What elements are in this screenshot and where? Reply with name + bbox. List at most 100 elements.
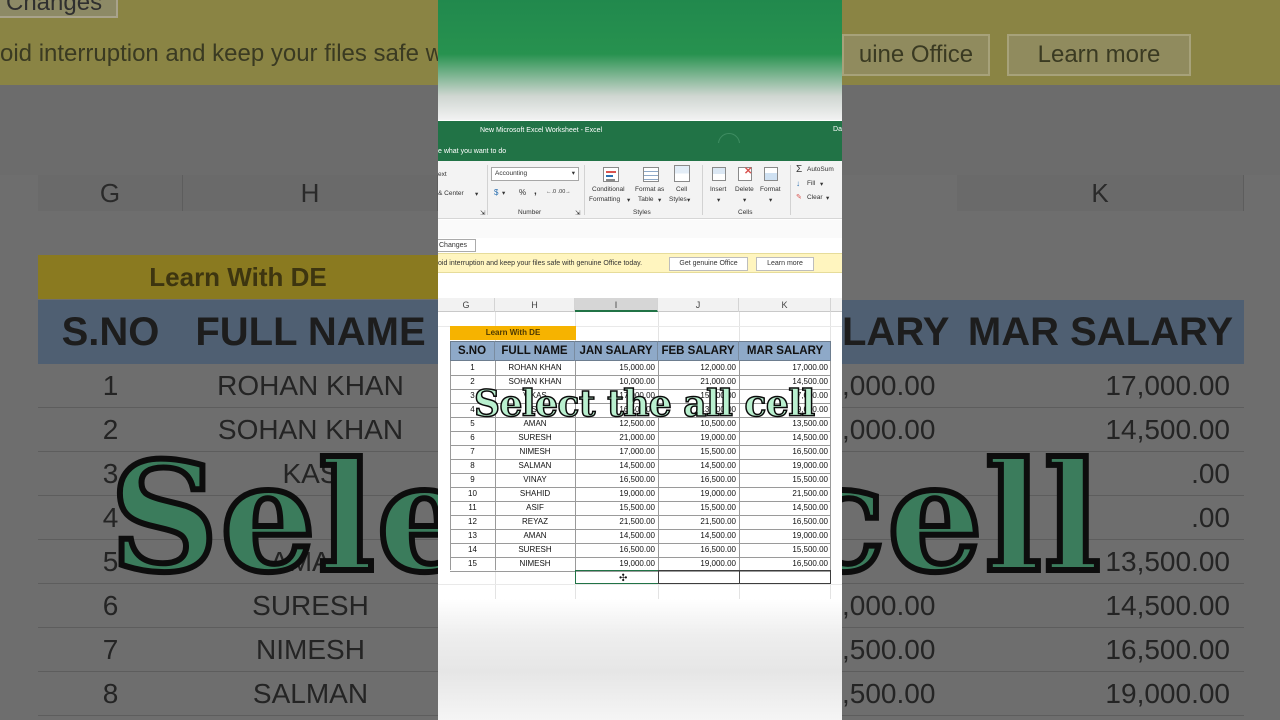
- header-feb-salary[interactable]: FEB SALARY: [658, 341, 739, 361]
- merge-center-button[interactable]: & Center: [438, 190, 464, 197]
- cell-name[interactable]: NIMESH: [495, 445, 575, 459]
- format-as-table-label1[interactable]: Format as: [635, 186, 664, 193]
- cell-mar[interactable]: 16,500.00: [739, 515, 831, 529]
- header-sno[interactable]: S.NO: [450, 341, 495, 361]
- cell-sno[interactable]: 1: [450, 361, 495, 375]
- col-header-i[interactable]: I: [575, 298, 658, 312]
- cell-jan[interactable]: 15,000.00: [575, 361, 658, 375]
- currency-icon[interactable]: $: [494, 188, 498, 197]
- cell-sno[interactable]: 10: [450, 487, 495, 501]
- chevron-down-icon[interactable]: ▾: [475, 190, 478, 198]
- delete-label[interactable]: Delete: [735, 186, 754, 193]
- cell-name[interactable]: SHAHID: [495, 487, 575, 501]
- cell-feb[interactable]: 19,000.00: [658, 487, 739, 501]
- cell-jan[interactable]: 19,000.00: [575, 557, 658, 571]
- cell-jan[interactable]: 14,500.00: [575, 459, 658, 473]
- col-header-g[interactable]: G: [438, 298, 495, 312]
- cell-feb[interactable]: 16,500.00: [658, 543, 739, 557]
- cell-name[interactable]: VINAY: [495, 473, 575, 487]
- cell-jan[interactable]: 16,500.00: [575, 543, 658, 557]
- format-cells-icon[interactable]: [764, 167, 778, 181]
- cell-sno[interactable]: 9: [450, 473, 495, 487]
- cell-sno[interactable]: 12: [450, 515, 495, 529]
- clear-label[interactable]: Clear: [807, 194, 823, 201]
- insert-cells-icon[interactable]: [712, 167, 726, 181]
- chevron-down-icon[interactable]: ▾: [717, 196, 720, 204]
- get-genuine-office-button[interactable]: Get genuine Office: [669, 257, 748, 271]
- cell-feb[interactable]: 15,500.00: [658, 501, 739, 515]
- cell-mar[interactable]: 17,000.00: [739, 361, 831, 375]
- changes-button[interactable]: Changes: [438, 239, 476, 252]
- cell-styles-label1[interactable]: Cell: [676, 186, 687, 193]
- cell-mar[interactable]: 15,500.00: [739, 473, 831, 487]
- tell-me-bar[interactable]: e what you want to do: [438, 143, 842, 161]
- cell-sno[interactable]: 7: [450, 445, 495, 459]
- conditional-formatting-label1[interactable]: Conditional: [592, 186, 625, 193]
- empty-cell[interactable]: [739, 570, 831, 584]
- cell-mar[interactable]: 14,500.00: [739, 431, 831, 445]
- cell-feb[interactable]: 14,500.00: [658, 459, 739, 473]
- cell-mar[interactable]: 21,500.00: [739, 487, 831, 501]
- cell-name[interactable]: AMAN: [495, 529, 575, 543]
- decimal-buttons[interactable]: ←.0 .00→: [546, 189, 571, 195]
- comma-button[interactable]: ,: [534, 186, 537, 197]
- cell-jan[interactable]: 15,500.00: [575, 501, 658, 515]
- cell-sno[interactable]: 13: [450, 529, 495, 543]
- col-header-h[interactable]: H: [495, 298, 575, 312]
- chevron-down-icon[interactable]: ▾: [502, 189, 505, 197]
- cell-mar[interactable]: 14,500.00: [739, 501, 831, 515]
- cell-sno[interactable]: 15: [450, 557, 495, 571]
- cell-name[interactable]: SURESH: [495, 543, 575, 557]
- cell-jan[interactable]: 21,000.00: [575, 431, 658, 445]
- conditional-formatting-icon[interactable]: [603, 167, 619, 182]
- percent-button[interactable]: %: [519, 188, 526, 197]
- autosum-icon[interactable]: Σ: [796, 164, 802, 175]
- table-title[interactable]: Learn With DE: [450, 326, 576, 340]
- insert-label[interactable]: Insert: [710, 186, 726, 193]
- col-header-k[interactable]: K: [739, 298, 831, 312]
- cell-jan[interactable]: 21,500.00: [575, 515, 658, 529]
- header-jan-salary[interactable]: JAN SALARY: [575, 341, 658, 361]
- wrap-text-button[interactable]: ext: [438, 171, 447, 178]
- cell-mar[interactable]: 19,000.00: [739, 459, 831, 473]
- sheet-grid[interactable]: Learn With DE S.NO FULL NAME JAN SALARY …: [438, 312, 842, 599]
- fill-label[interactable]: Fill: [807, 180, 815, 187]
- cell-feb[interactable]: 19,000.00: [658, 557, 739, 571]
- chevron-down-icon[interactable]: ▾: [743, 196, 746, 204]
- chevron-down-icon[interactable]: ▾: [826, 194, 829, 202]
- header-full-name[interactable]: FULL NAME: [495, 341, 575, 361]
- format-as-table-icon[interactable]: [643, 167, 659, 182]
- cell-sno[interactable]: 14: [450, 543, 495, 557]
- cell-name[interactable]: SURESH: [495, 431, 575, 445]
- cell-name[interactable]: NIMESH: [495, 557, 575, 571]
- cell-feb[interactable]: 19,000.00: [658, 431, 739, 445]
- number-launcher-icon[interactable]: ⇲: [575, 209, 580, 217]
- cell-name[interactable]: ROHAN KHAN: [495, 361, 575, 375]
- empty-cell[interactable]: [658, 570, 740, 584]
- cell-jan[interactable]: 19,000.00: [575, 487, 658, 501]
- clear-icon[interactable]: ✎: [796, 193, 802, 201]
- chevron-down-icon[interactable]: ▾: [769, 196, 772, 204]
- fill-icon[interactable]: ↓: [796, 179, 800, 188]
- learn-more-button[interactable]: Learn more: [756, 257, 814, 271]
- cell-feb[interactable]: 15,500.00: [658, 445, 739, 459]
- cell-feb[interactable]: 21,500.00: [658, 515, 739, 529]
- cell-mar[interactable]: 16,500.00: [739, 445, 831, 459]
- autosum-label[interactable]: AutoSum: [807, 166, 834, 173]
- cell-feb[interactable]: 16,500.00: [658, 473, 739, 487]
- alignment-launcher-icon[interactable]: ⇲: [480, 209, 485, 217]
- cell-name[interactable]: ASIF: [495, 501, 575, 515]
- chevron-down-icon[interactable]: ▾: [687, 196, 690, 204]
- chevron-down-icon[interactable]: ▾: [658, 196, 661, 204]
- chevron-down-icon[interactable]: ▾: [820, 180, 823, 188]
- cell-feb[interactable]: 14,500.00: [658, 529, 739, 543]
- conditional-formatting-label2[interactable]: Formatting: [589, 196, 620, 203]
- cell-name[interactable]: SALMAN: [495, 459, 575, 473]
- cell-jan[interactable]: 14,500.00: [575, 529, 658, 543]
- cell-sno[interactable]: 11: [450, 501, 495, 515]
- cell-jan[interactable]: 16,500.00: [575, 473, 658, 487]
- cell-styles-icon[interactable]: [674, 165, 690, 182]
- format-label[interactable]: Format: [760, 186, 781, 193]
- chevron-down-icon[interactable]: ▾: [627, 196, 630, 204]
- cell-sno[interactable]: 8: [450, 459, 495, 473]
